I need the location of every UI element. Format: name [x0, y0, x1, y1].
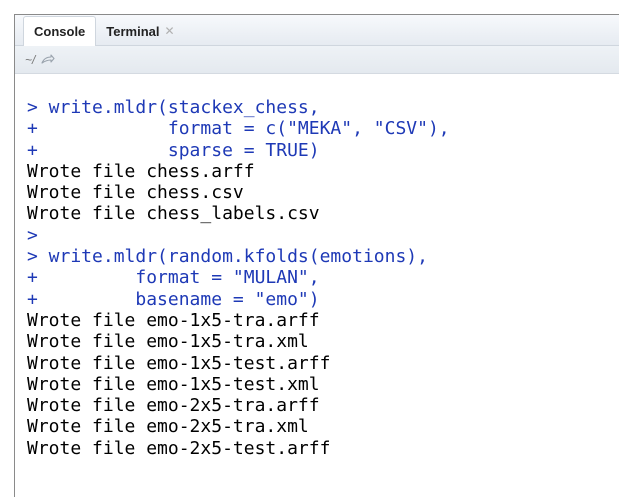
console-input-line: + format = c("MEKA", "CSV"),: [27, 118, 450, 140]
working-directory-bar: ~/: [15, 46, 619, 74]
tab-bar: Console Terminal ✕: [15, 15, 619, 46]
console-input-line: + format = "MULAN",: [27, 267, 320, 289]
console-output-line: Wrote file chess.arff: [27, 160, 255, 182]
console-output-line: Wrote file emo-2x5-test.arff: [27, 437, 331, 459]
close-icon[interactable]: ✕: [165, 24, 175, 38]
tab-terminal-label: Terminal: [106, 23, 160, 39]
console-input-line: + sparse = TRUE): [27, 139, 320, 161]
go-to-directory-icon[interactable]: [41, 53, 55, 66]
tab-terminal[interactable]: Terminal ✕: [96, 17, 184, 45]
console-output-line: Wrote file emo-2x5-tra.xml: [27, 416, 309, 438]
tab-console[interactable]: Console: [23, 16, 97, 46]
console-input-line: > write.mldr(stackex_chess,: [27, 97, 320, 118]
console-output-line: Wrote file emo-1x5-test.xml: [27, 373, 320, 395]
console-output-line: Wrote file chess.csv: [27, 182, 244, 204]
console-output[interactable]: > write.mldr(stackex_chess, + format = c(…: [15, 74, 619, 459]
console-pane: Console Terminal ✕ ~/ > write.mldr(stack…: [14, 14, 619, 497]
console-output-line: Wrote file chess_labels.csv: [27, 203, 320, 225]
console-output-line: Wrote file emo-1x5-tra.xml: [27, 331, 309, 353]
console-input-line: >: [27, 224, 38, 246]
console-input-line: + basename = "emo"): [27, 288, 320, 310]
console-input-line: > write.mldr(random.kfolds(emotions),: [27, 246, 428, 268]
console-output-line: Wrote file emo-1x5-tra.arff: [27, 309, 320, 331]
console-output-line: Wrote file emo-1x5-test.arff: [27, 352, 331, 374]
console-output-line: Wrote file emo-2x5-tra.arff: [27, 395, 320, 417]
working-directory-path: ~/: [25, 52, 36, 67]
tab-console-label: Console: [34, 24, 86, 39]
